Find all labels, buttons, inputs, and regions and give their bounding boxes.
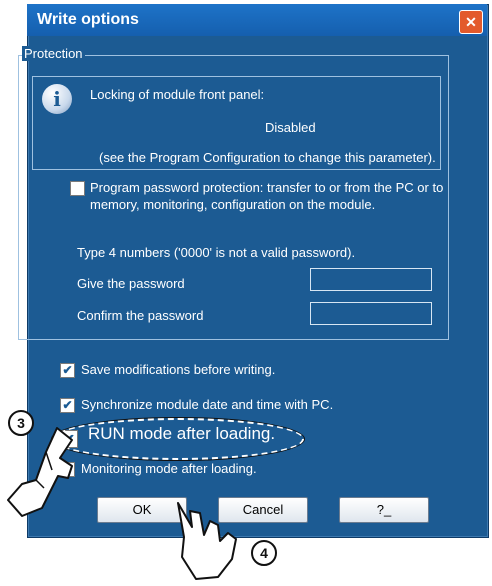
window-title: Write options (37, 11, 139, 28)
help-button[interactable]: ?_ (339, 497, 429, 523)
close-button[interactable]: ✕ (459, 10, 483, 34)
password-protection-checkbox[interactable] (70, 181, 85, 196)
password-protection-label-line1: Program password protection: transfer to… (90, 180, 444, 195)
hand-cursor-icon-step3 (7, 427, 73, 517)
give-password-field[interactable] (310, 268, 432, 291)
front-panel-status: Disabled (265, 120, 316, 135)
title-bar: Write options ✕ (27, 4, 487, 36)
info-icon: i (42, 84, 72, 114)
password-hint: Type 4 numbers ('0000' is not a valid pa… (77, 245, 356, 260)
save-modifications-label: Save modifications before writing. (81, 362, 276, 377)
monitoring-mode-label: Monitoring mode after loading. (81, 461, 257, 476)
confirm-password-field[interactable] (310, 302, 432, 325)
give-password-label: Give the password (77, 276, 185, 291)
front-panel-note: (see the Program Configuration to change… (99, 150, 436, 165)
synchronize-date-checkbox[interactable]: ✔ (60, 398, 75, 413)
synchronize-date-label: Synchronize module date and time with PC… (81, 397, 334, 412)
confirm-password-label: Confirm the password (77, 308, 204, 323)
run-mode-highlight-ellipse (52, 418, 304, 460)
protection-legend: Protection (22, 46, 85, 61)
step-4-badge: 4 (251, 540, 277, 566)
save-modifications-checkbox[interactable]: ✔ (60, 363, 75, 378)
password-protection-label-line2: memory, monitoring, configuration on the… (90, 197, 376, 212)
front-panel-heading: Locking of module front panel: (90, 87, 265, 102)
hand-cursor-icon-step4 (177, 502, 237, 580)
